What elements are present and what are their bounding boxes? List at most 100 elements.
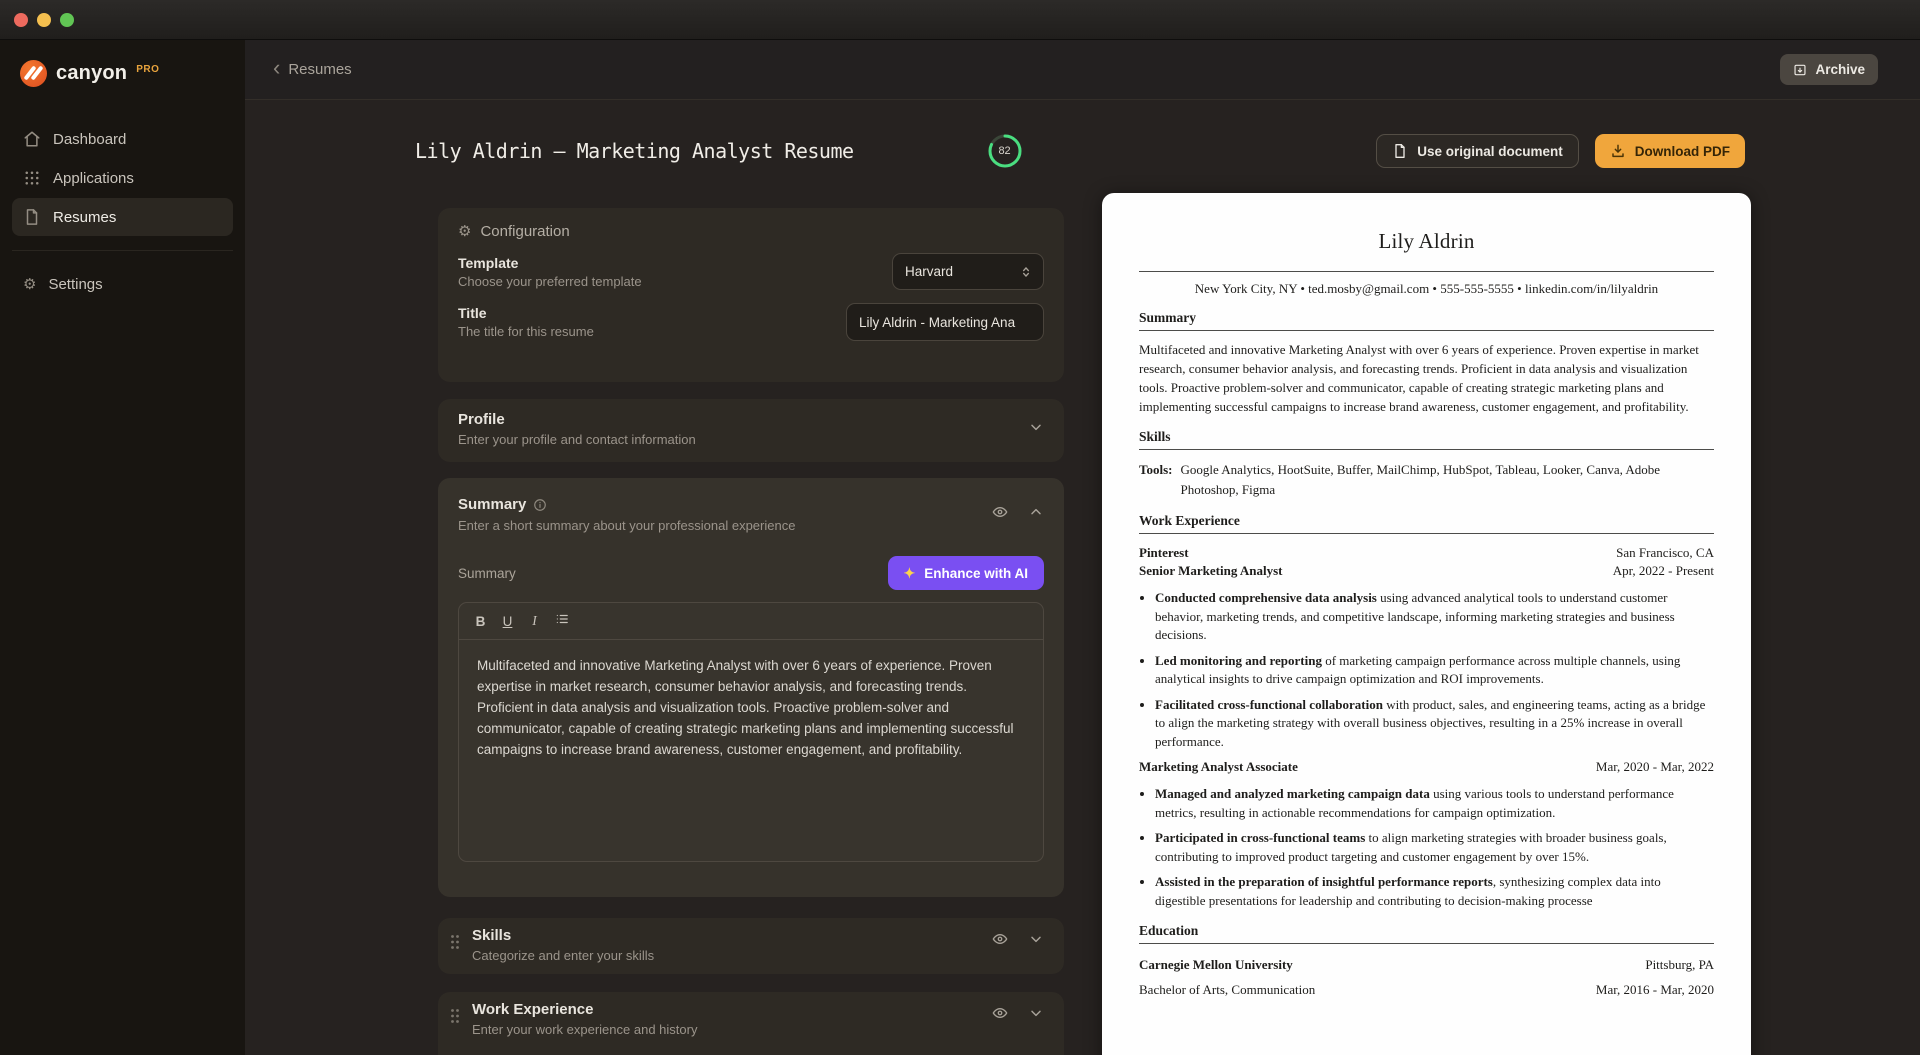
summary-field-row: Summary ✦ Enhance with AI: [458, 556, 1044, 590]
topbar: ‹ Resumes Archive: [245, 40, 1920, 100]
enhance-with-ai-label: Enhance with AI: [924, 566, 1028, 581]
chevron-down-icon[interactable]: [1028, 931, 1044, 947]
template-description: Choose your preferred template: [458, 274, 642, 289]
brand-name: canyon: [56, 62, 127, 85]
summary-section-description: Enter a short summary about your profess…: [458, 518, 992, 533]
zoom-window-button[interactable]: [60, 13, 74, 27]
canyon-logo-icon: [20, 60, 47, 87]
preview-summary-text: Multifaceted and innovative Marketing An…: [1139, 340, 1714, 416]
job-role-row: Senior Marketing Analyst Apr, 2022 - Pre…: [1139, 562, 1714, 580]
profile-section-card[interactable]: Profile Enter your profile and contact i…: [438, 399, 1064, 462]
sidebar-item-resumes[interactable]: Resumes: [12, 198, 233, 236]
bullet-list-button[interactable]: [548, 608, 575, 635]
education-school: Carnegie Mellon University: [1139, 956, 1293, 974]
profile-section-description: Enter your profile and contact informati…: [458, 432, 1028, 447]
document-icon: [23, 208, 41, 226]
breadcrumb[interactable]: ‹ Resumes: [273, 60, 352, 79]
divider: [1139, 533, 1714, 534]
chevron-up-icon[interactable]: [1028, 504, 1044, 520]
download-pdf-label: Download PDF: [1635, 144, 1730, 159]
education-degree: Bachelor of Arts, Communication: [1139, 981, 1315, 999]
drag-handle-icon[interactable]: [450, 1008, 460, 1029]
divider: [1139, 271, 1714, 272]
job-dates: Mar, 2020 - Mar, 2022: [1596, 758, 1714, 776]
preview-education-heading: Education: [1139, 923, 1714, 939]
bullet-list-icon: [555, 612, 569, 626]
job-company-row: Pinterest San Francisco, CA: [1139, 544, 1714, 562]
title-description: The title for this resume: [458, 324, 594, 339]
titlebar: [0, 0, 1920, 40]
configuration-heading-label: Configuration: [480, 223, 569, 240]
sidebar-item-label: Settings: [48, 276, 102, 293]
breadcrumb-label: Resumes: [288, 61, 351, 78]
italic-button[interactable]: I: [521, 608, 548, 635]
summary-section-title: Summary: [458, 496, 526, 513]
job-location: San Francisco, CA: [1616, 544, 1714, 562]
resume-title-input[interactable]: [846, 303, 1044, 341]
skills-section-title: Skills: [472, 927, 992, 944]
work-experience-section-card[interactable]: Work Experience Enter your work experien…: [438, 992, 1064, 1055]
summary-editor[interactable]: B U I Multifaceted and innovative Market…: [458, 602, 1044, 862]
divider: [1139, 449, 1714, 450]
chevron-down-icon[interactable]: [1028, 419, 1044, 435]
page-title: Lily Aldrin — Marketing Analyst Resume: [415, 139, 854, 163]
minimize-window-button[interactable]: [37, 13, 51, 27]
preview-work-heading: Work Experience: [1139, 513, 1714, 529]
work-section-title: Work Experience: [472, 1001, 992, 1018]
eye-icon[interactable]: [992, 1005, 1008, 1021]
job-role: Marketing Analyst Associate: [1139, 758, 1298, 776]
preview-name: Lily Aldrin: [1139, 229, 1714, 254]
job-bullet: Assisted in the preparation of insightfu…: [1155, 873, 1714, 910]
resume-editor-column: ⚙ Configuration Template Choose your pre…: [438, 208, 1064, 1055]
enhance-with-ai-button[interactable]: ✦ Enhance with AI: [888, 556, 1045, 590]
sparkles-icon: ✦: [904, 565, 916, 582]
brand-logo: canyon PRO: [0, 56, 245, 90]
chevron-down-icon[interactable]: [1028, 1005, 1044, 1021]
job-role: Senior Marketing Analyst: [1139, 562, 1283, 580]
job-bullet: Led monitoring and reporting of marketin…: [1155, 652, 1714, 689]
tools-list: Google Analytics, HootSuite, Buffer, Mai…: [1180, 460, 1714, 500]
preview-tools-line: Tools: Google Analytics, HootSuite, Buff…: [1139, 460, 1714, 500]
job-bullet-list: Conducted comprehensive data analysis us…: [1155, 589, 1714, 751]
template-select-value: Harvard: [905, 264, 953, 279]
education-degree-row: Bachelor of Arts, Communication Mar, 201…: [1139, 981, 1714, 999]
summary-textarea[interactable]: Multifaceted and innovative Marketing An…: [459, 640, 1043, 775]
resume-title-row: Lily Aldrin — Marketing Analyst Resume 8…: [415, 132, 1745, 170]
back-chevron-icon: ‹: [273, 57, 280, 79]
job-dates: Apr, 2022 - Present: [1613, 562, 1714, 580]
profile-section-title: Profile: [458, 411, 1028, 428]
title-label: Title: [458, 305, 594, 321]
download-pdf-button[interactable]: Download PDF: [1595, 134, 1745, 168]
download-icon: [1610, 143, 1626, 159]
sidebar-item-dashboard[interactable]: Dashboard: [12, 120, 233, 158]
title-actions: Use original document Download PDF: [1376, 134, 1745, 168]
eye-icon[interactable]: [992, 504, 1008, 520]
summary-section-card: Summary Enter a short summary about your…: [438, 478, 1064, 897]
archive-button-label: Archive: [1815, 62, 1865, 77]
drag-handle-icon[interactable]: [450, 934, 460, 955]
template-label: Template: [458, 255, 642, 271]
content-area: Lily Aldrin — Marketing Analyst Resume 8…: [245, 100, 1920, 1055]
tools-label: Tools:: [1139, 460, 1172, 500]
education-dates: Mar, 2016 - Mar, 2020: [1596, 981, 1714, 999]
gear-icon: ⚙: [458, 222, 471, 240]
sidebar: canyon PRO Dashboard Applications Resume…: [0, 40, 245, 1055]
sidebar-item-applications[interactable]: Applications: [12, 159, 233, 197]
eye-icon[interactable]: [992, 931, 1008, 947]
close-window-button[interactable]: [14, 13, 28, 27]
resume-preview: Lily Aldrin New York City, NY • ted.mosb…: [1102, 193, 1751, 1055]
use-original-document-button[interactable]: Use original document: [1376, 134, 1579, 168]
job-bullet: Facilitated cross-functional collaborati…: [1155, 696, 1714, 752]
archive-button[interactable]: Archive: [1780, 54, 1878, 85]
template-select[interactable]: Harvard: [892, 253, 1044, 290]
education-school-row: Carnegie Mellon University Pittsburg, PA: [1139, 956, 1714, 974]
job-bullet: Conducted comprehensive data analysis us…: [1155, 589, 1714, 645]
bold-button[interactable]: B: [467, 608, 494, 635]
work-section-description: Enter your work experience and history: [472, 1022, 992, 1037]
underline-button[interactable]: U: [494, 608, 521, 635]
skills-section-card[interactable]: Skills Categorize and enter your skills: [438, 918, 1064, 974]
sidebar-item-settings[interactable]: ⚙ Settings: [12, 265, 233, 303]
job-company: Pinterest: [1139, 544, 1189, 562]
job-role-row: Marketing Analyst Associate Mar, 2020 - …: [1139, 758, 1714, 776]
preview-contact-line: New York City, NY • ted.mosby@gmail.com …: [1139, 281, 1714, 297]
